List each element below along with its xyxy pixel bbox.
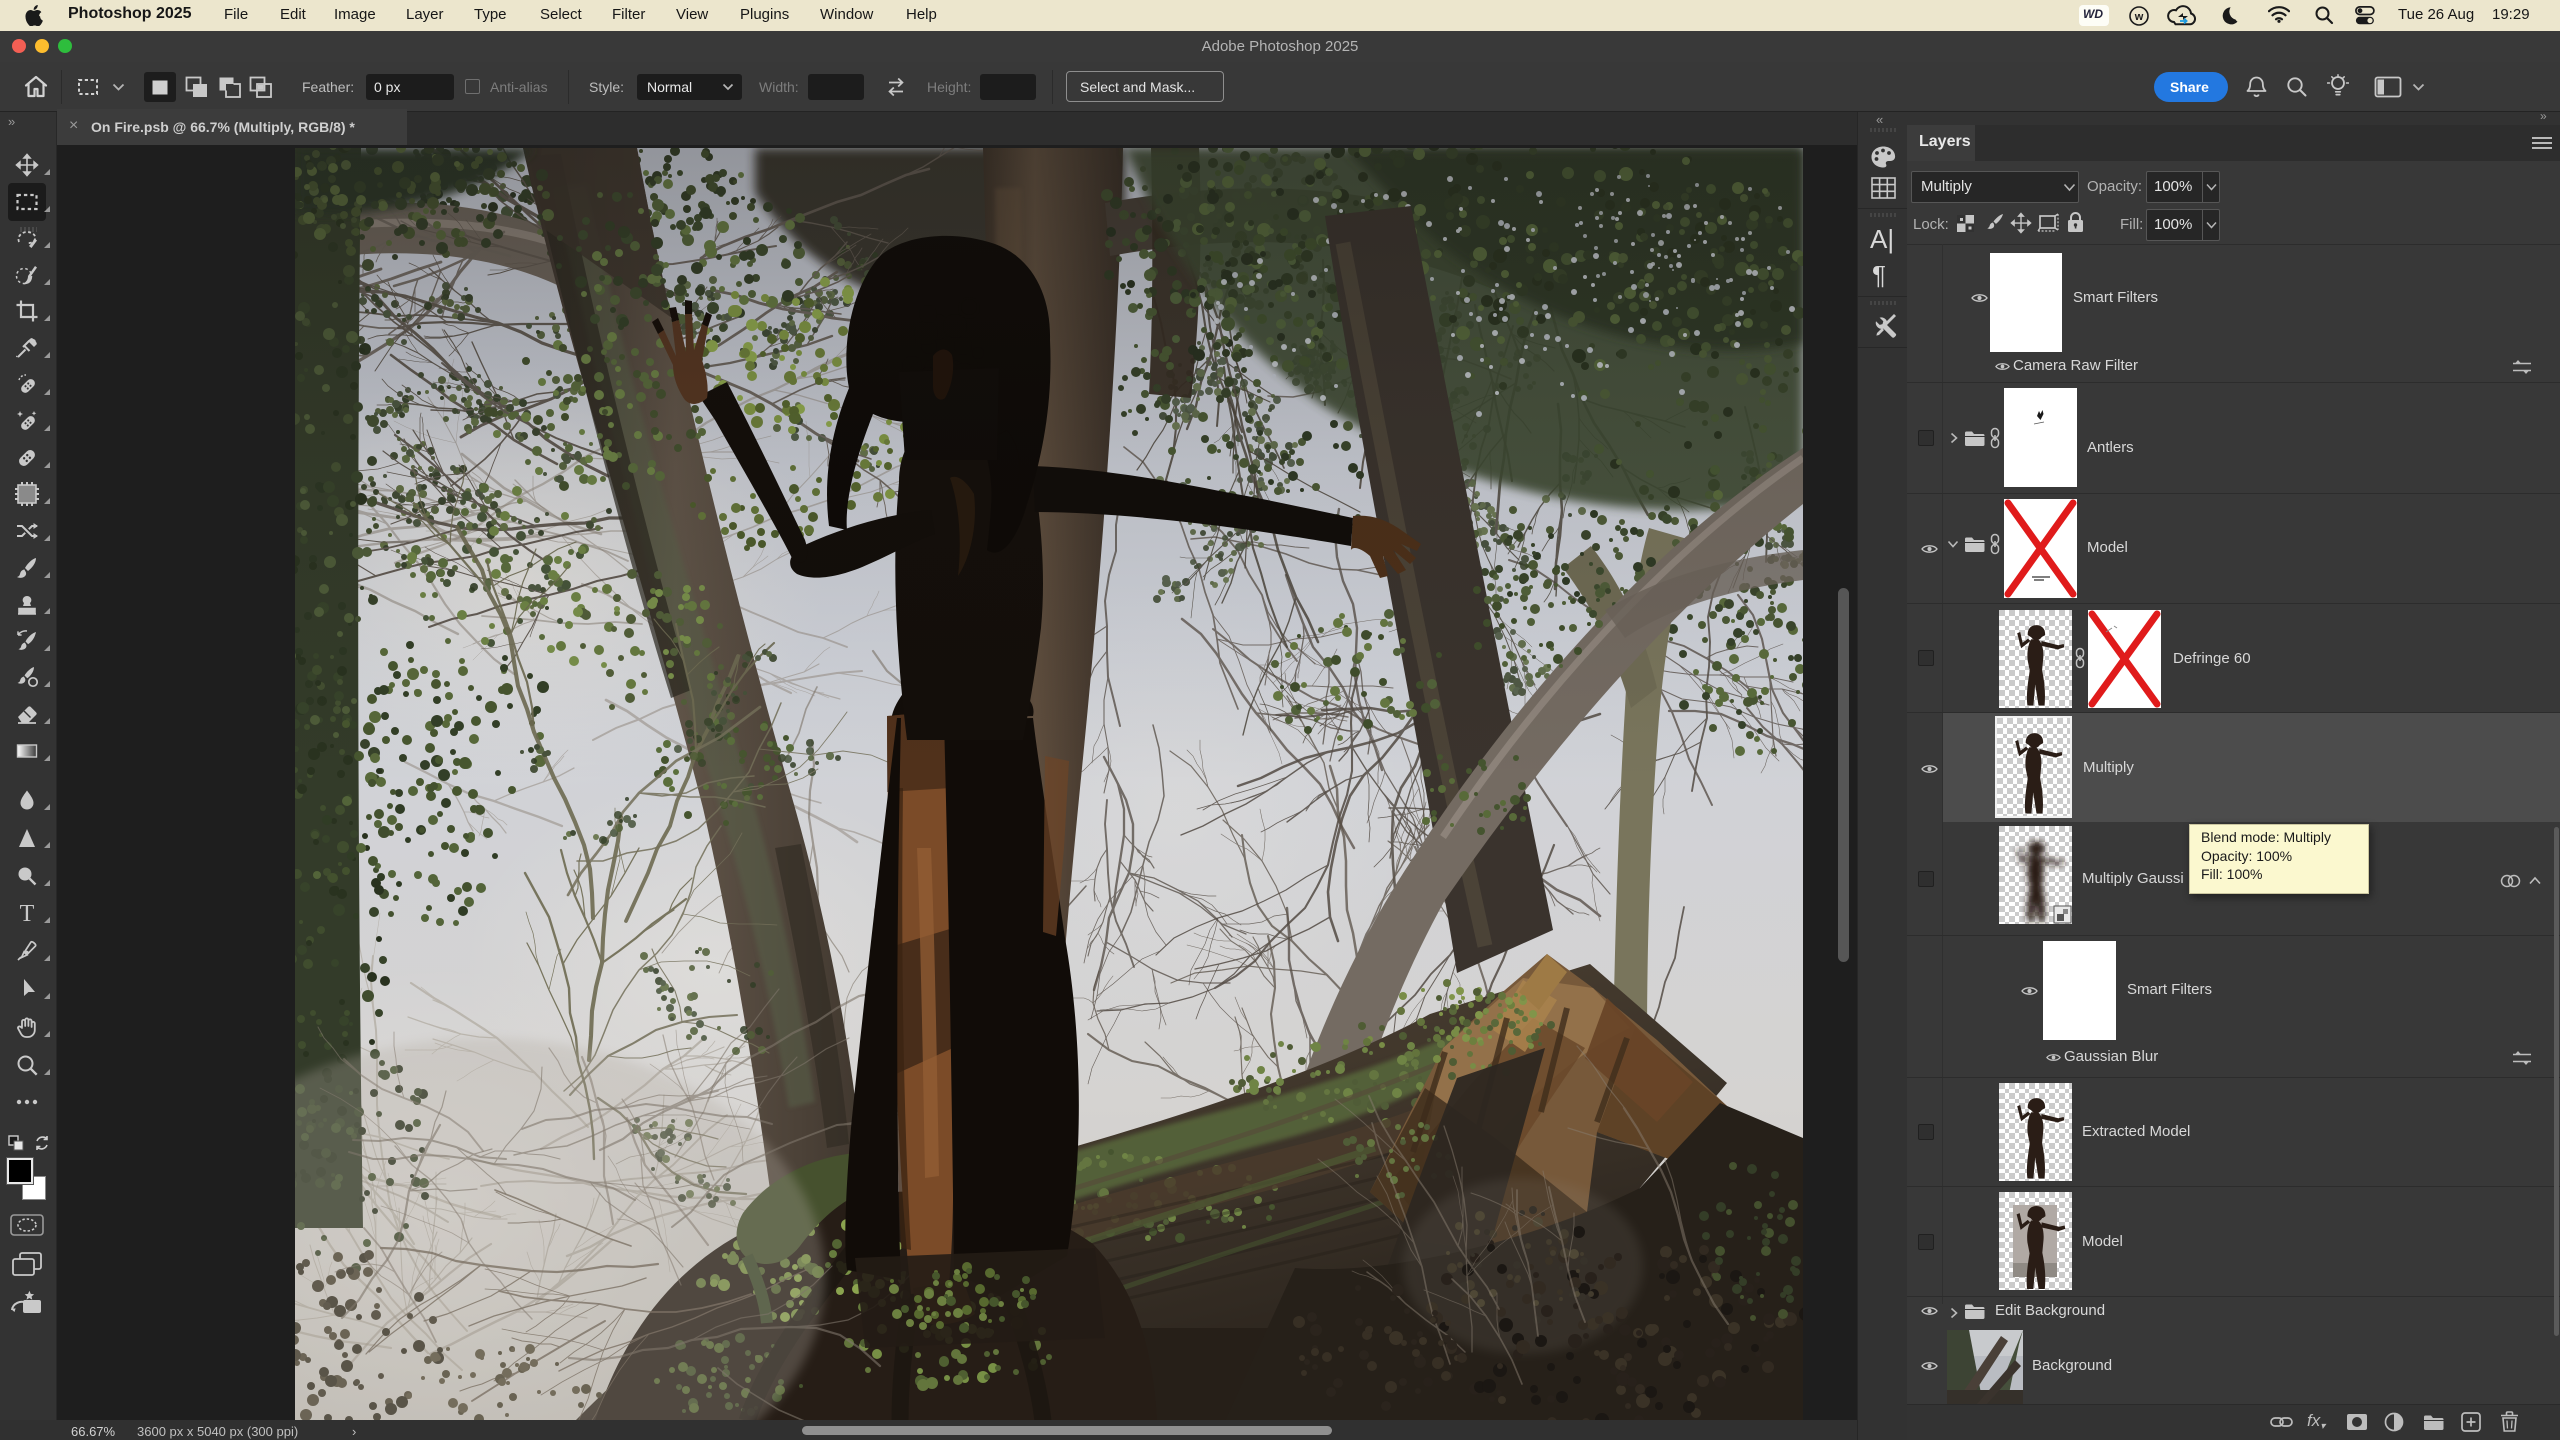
svg-text:w: w [2134,11,2144,23]
svg-text:T: T [20,901,35,925]
